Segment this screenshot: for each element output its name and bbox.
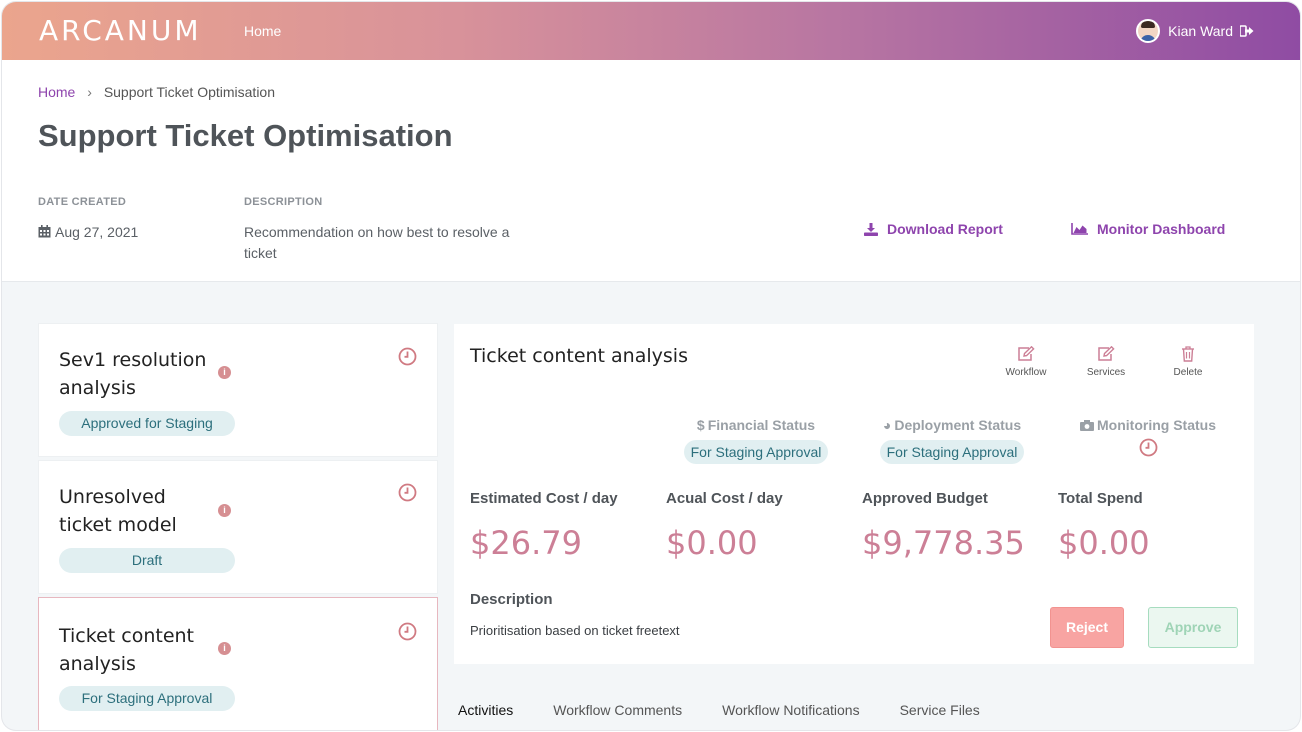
- model-card-title-line-1: Sev1 resolution: [59, 349, 207, 371]
- clock-icon[interactable]: [398, 347, 417, 366]
- app-frame: ARCANUM Home Kian Ward Home › Support Ti…: [2, 2, 1300, 730]
- reject-button[interactable]: Reject: [1050, 607, 1124, 648]
- monitor-dashboard-link[interactable]: Monitor Dashboard: [1071, 221, 1225, 237]
- tab-workflow-notifications[interactable]: Workflow Notifications: [722, 702, 859, 718]
- model-card-sev1[interactable]: Sev1 resolution analysis i Approved for …: [38, 323, 438, 457]
- detail-description-text: Prioritisation based on ticket freetext: [470, 623, 680, 638]
- edit-icon: [1098, 346, 1115, 361]
- breadcrumb-separator: ›: [87, 84, 92, 100]
- model-detail-card: Ticket content analysis Workflow Service…: [454, 324, 1254, 664]
- model-card-title: Unresolved ticket model: [59, 483, 219, 539]
- financial-status-badge: For Staging Approval: [683, 440, 829, 464]
- deployment-status: ◕ Deployment Status For Staging Approval: [872, 417, 1032, 464]
- camera-icon: [1080, 420, 1094, 431]
- model-card-title: Sev1 resolution analysis: [59, 346, 219, 402]
- estimated-cost-value: $26.79: [470, 524, 582, 562]
- area-chart-icon: [1071, 223, 1088, 235]
- financial-status-label: $ Financial Status: [676, 417, 836, 433]
- info-icon[interactable]: i: [218, 642, 231, 655]
- date-created-value: Aug 27, 2021: [38, 222, 138, 243]
- delete-label: Delete: [1173, 367, 1203, 378]
- financial-status: $ Financial Status For Staging Approval: [676, 417, 836, 464]
- services-action[interactable]: Services: [1076, 346, 1136, 378]
- detail-tabs: Activities Workflow Comments Workflow No…: [458, 702, 1020, 718]
- description-line-2: ticket: [244, 245, 277, 261]
- clock-icon[interactable]: [1139, 438, 1158, 457]
- date-created-label: DATE CREATED: [38, 196, 127, 208]
- approved-budget-label: Approved Budget: [862, 490, 988, 507]
- status-badge: Draft: [59, 548, 235, 573]
- delete-action[interactable]: Delete: [1158, 346, 1218, 378]
- total-spend-label: Total Spend: [1058, 490, 1143, 507]
- nav-home-link[interactable]: Home: [244, 23, 281, 39]
- estimated-cost-label: Estimated Cost / day: [470, 490, 618, 507]
- breadcrumb-current: Support Ticket Optimisation: [103, 84, 275, 100]
- top-nav: ARCANUM Home Kian Ward: [2, 2, 1300, 60]
- model-card-title-line-2: analysis: [59, 377, 136, 399]
- model-card-unresolved[interactable]: Unresolved ticket model i Draft: [38, 460, 438, 594]
- page-title: Support Ticket Optimisation: [38, 118, 453, 153]
- logout-icon[interactable]: [1240, 25, 1254, 37]
- page-header: Home › Support Ticket Optimisation Suppo…: [2, 60, 1300, 282]
- status-badge: Approved for Staging: [59, 411, 235, 436]
- download-report-label: Download Report: [887, 221, 1003, 237]
- tab-activities[interactable]: Activities: [458, 702, 513, 718]
- model-card-title-line-1: Unresolved: [59, 486, 166, 508]
- model-card-title-line-2: analysis: [59, 653, 136, 675]
- deployment-status-label-text: Deployment Status: [894, 417, 1022, 433]
- description-line-1: Recommendation on how best to resolve a: [244, 224, 510, 240]
- dashboard-icon: ◕: [882, 417, 892, 433]
- user-menu[interactable]: Kian Ward: [1136, 19, 1254, 43]
- tab-workflow-comments[interactable]: Workflow Comments: [553, 702, 682, 718]
- status-badge: For Staging Approval: [59, 686, 235, 711]
- model-card-title-line-2: ticket model: [59, 514, 177, 536]
- actual-cost-value: $0.00: [666, 524, 758, 562]
- edit-icon: [1018, 346, 1035, 361]
- breadcrumb-home[interactable]: Home: [38, 84, 75, 100]
- breadcrumb: Home › Support Ticket Optimisation: [38, 84, 275, 100]
- download-report-link[interactable]: Download Report: [864, 221, 1003, 237]
- logo: ARCANUM: [39, 14, 202, 47]
- info-icon[interactable]: i: [218, 366, 231, 379]
- clock-icon[interactable]: [398, 622, 417, 641]
- financial-status-label-text: Financial Status: [707, 417, 816, 433]
- detail-description-label: Description: [470, 591, 553, 608]
- dollar-icon: $: [696, 417, 705, 433]
- approved-budget-value: $9,778.35: [862, 524, 1025, 562]
- model-card-title-line-1: Ticket content: [59, 625, 194, 647]
- trash-icon: [1182, 346, 1194, 362]
- monitoring-status-label-text: Monitoring Status: [1097, 417, 1216, 433]
- clock-icon[interactable]: [398, 483, 417, 502]
- user-name: Kian Ward: [1168, 23, 1233, 39]
- deployment-status-badge: For Staging Approval: [879, 440, 1025, 464]
- approve-button[interactable]: Approve: [1148, 607, 1238, 648]
- tab-service-files[interactable]: Service Files: [900, 702, 980, 718]
- total-spend-value: $0.00: [1058, 524, 1150, 562]
- model-card-ticket-content[interactable]: Ticket content analysis i For Staging Ap…: [38, 597, 438, 730]
- actual-cost-label: Acual Cost / day: [666, 490, 783, 507]
- avatar: [1136, 19, 1161, 43]
- description-value: Recommendation on how best to resolve a …: [244, 222, 544, 264]
- deployment-status-label: ◕ Deployment Status: [872, 417, 1032, 433]
- detail-title: Ticket content analysis: [470, 345, 688, 367]
- monitor-dashboard-label: Monitor Dashboard: [1097, 221, 1226, 237]
- download-icon: [864, 222, 878, 236]
- date-created-text: Aug 27, 2021: [55, 224, 139, 240]
- monitoring-status-label: Monitoring Status: [1068, 417, 1228, 433]
- services-label: Services: [1086, 367, 1126, 378]
- model-card-title: Ticket content analysis: [59, 622, 219, 678]
- workflow-label: Workflow: [1005, 367, 1047, 378]
- calendar-icon: [38, 225, 51, 238]
- monitoring-status: Monitoring Status: [1068, 417, 1228, 462]
- description-label: DESCRIPTION: [244, 196, 323, 208]
- workflow-action[interactable]: Workflow: [996, 346, 1056, 378]
- info-icon[interactable]: i: [218, 504, 231, 517]
